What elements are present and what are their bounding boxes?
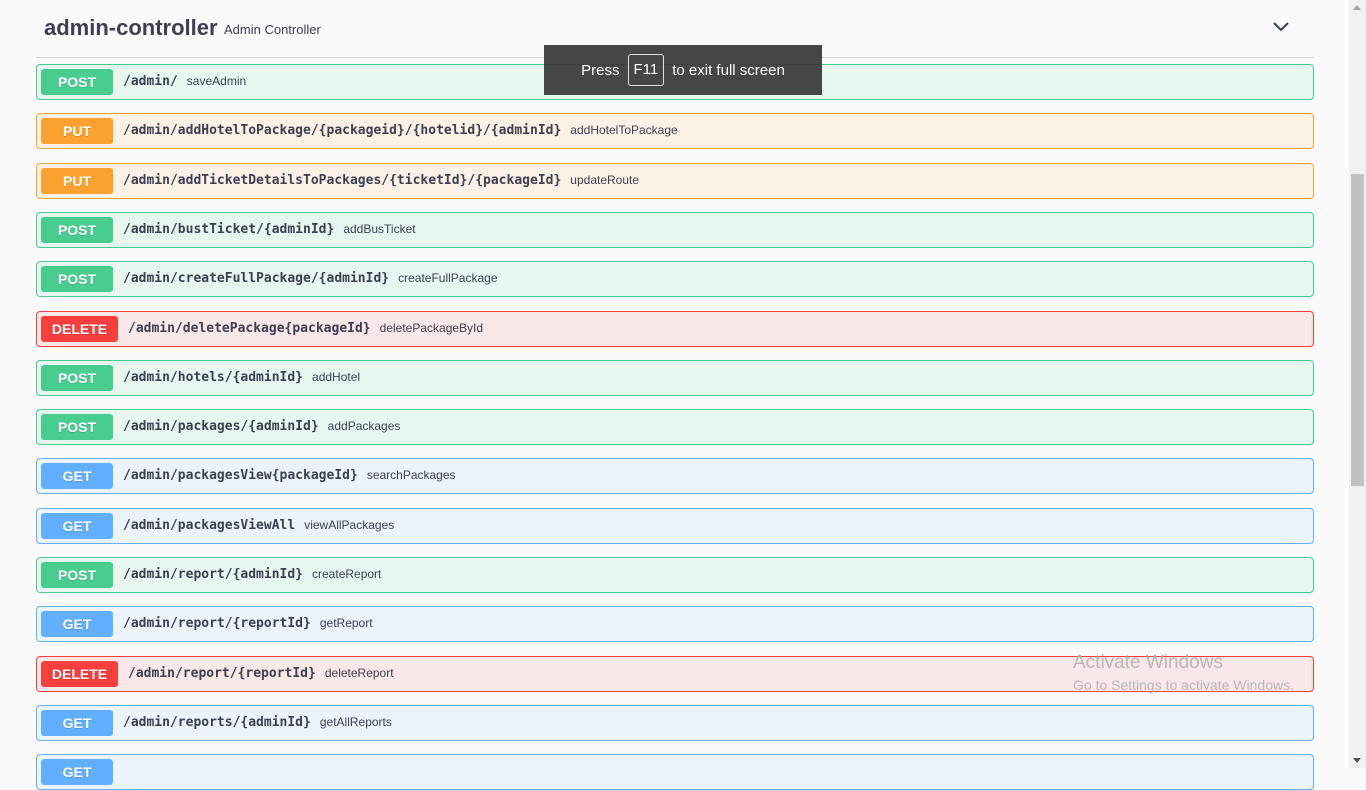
method-badge: GET xyxy=(41,710,113,736)
method-badge: DELETE xyxy=(41,661,118,687)
operation-path-text: /admin/packages/{adminId} xyxy=(123,419,319,434)
operation-path: /admin/packages/{adminId} addPackages xyxy=(123,419,400,434)
operation-path: /admin/deletePackage{packageId} deletePac… xyxy=(128,321,483,336)
operation-row-delete[interactable]: DELETE/admin/deletePackage{packageId} del… xyxy=(36,311,1314,347)
operation-row-post[interactable]: POST/admin/hotels/{adminId} addHotel xyxy=(36,360,1314,396)
operation-path: /admin/report/{adminId} createReport xyxy=(123,567,381,582)
operation-summary: createReport xyxy=(312,567,382,581)
method-badge: POST xyxy=(41,365,113,391)
operation-summary: createFullPackage xyxy=(398,271,498,285)
operation-path-text: /admin/addHotelToPackage/{packageid}/{ho… xyxy=(123,123,562,138)
operation-path: /admin/saveAdmin xyxy=(123,74,246,89)
operation-row-get[interactable]: GET/admin/reports/{adminId} getAllReports xyxy=(36,705,1314,741)
operation-path-text: /admin/report/{adminId} xyxy=(123,567,304,582)
watermark-title: Activate Windows xyxy=(1073,652,1223,673)
operation-path: /admin/reports/{adminId} getAllReports xyxy=(123,715,392,730)
operation-path: /admin/createFullPackage/{adminId} create… xyxy=(123,271,498,286)
operation-path-text: /admin/report/{reportId} xyxy=(123,616,311,631)
fullscreen-toast: Press F11 to exit full screen xyxy=(544,45,822,95)
operation-path: /admin/packagesViewAll viewAllPackages xyxy=(123,518,394,533)
activate-windows-watermark: Activate Windows Go to Settings to activ… xyxy=(1073,652,1294,693)
operation-path-text: /admin/ xyxy=(123,74,178,89)
method-badge: GET xyxy=(41,513,113,539)
operation-path-text: /admin/report/{reportId} xyxy=(128,666,316,681)
operation-path-text: /admin/bustTicket/{adminId} xyxy=(123,222,335,237)
method-badge: POST xyxy=(41,562,113,588)
operation-row-get[interactable]: GET/admin/packagesView{packageId} searchP… xyxy=(36,458,1314,494)
operation-path: /admin/packagesView{packageId} searchPack… xyxy=(123,468,456,483)
operation-path: /admin/addTicketDetailsToPackages/{ticke… xyxy=(123,173,639,188)
operation-summary: getReport xyxy=(319,616,373,630)
operation-row-post[interactable]: POST/admin/report/{adminId} createReport xyxy=(36,557,1314,593)
operation-path: /admin/hotels/{adminId} addHotel xyxy=(123,370,360,385)
operation-summary: deleteReport xyxy=(324,666,394,680)
operation-row-put[interactable]: PUT/admin/addTicketDetailsToPackages/{ti… xyxy=(36,163,1314,199)
operation-path: /admin/addHotelToPackage/{packageid}/{ho… xyxy=(123,123,678,138)
operation-path: /admin/report/{reportId} deleteReport xyxy=(128,666,394,681)
operation-summary: viewAllPackages xyxy=(304,518,395,532)
operation-path: /admin/report/{reportId} getReport xyxy=(123,616,373,631)
method-badge: POST xyxy=(41,217,113,243)
method-badge: PUT xyxy=(41,168,113,194)
operation-row-get[interactable]: GET xyxy=(36,754,1314,790)
watermark-subtitle: Go to Settings to activate Windows. xyxy=(1073,677,1294,693)
method-badge: DELETE xyxy=(41,316,118,342)
operation-row-get[interactable]: GET/admin/packagesViewAll viewAllPackages xyxy=(36,508,1314,544)
operation-summary: saveAdmin xyxy=(186,74,247,88)
operation-path-text: /admin/reports/{adminId} xyxy=(123,715,311,730)
operation-row-put[interactable]: PUT/admin/addHotelToPackage/{packageid}/… xyxy=(36,113,1314,149)
operation-path xyxy=(123,764,132,779)
toast-press-text: Press xyxy=(581,61,620,79)
operation-path-text: /admin/deletePackage{packageId} xyxy=(128,321,371,336)
scrollbar-thumb[interactable] xyxy=(1351,174,1364,486)
operation-summary: deletePackageById xyxy=(379,321,484,335)
method-badge: PUT xyxy=(41,118,113,144)
operation-path-text: /admin/addTicketDetailsToPackages/{ticke… xyxy=(123,173,562,188)
operation-summary: addHotelToPackage xyxy=(570,123,678,137)
operation-row-post[interactable]: POST/admin/bustTicket/{adminId} addBusTic… xyxy=(36,212,1314,248)
method-badge: GET xyxy=(41,611,113,637)
operation-path-text: /admin/packagesView{packageId} xyxy=(123,468,358,483)
method-badge: POST xyxy=(41,266,113,292)
operation-summary: searchPackages xyxy=(366,468,456,482)
scroll-down-arrow-icon[interactable] xyxy=(1353,758,1361,763)
method-badge: GET xyxy=(41,759,113,785)
operation-row-get[interactable]: GET/admin/report/{reportId} getReport xyxy=(36,606,1314,642)
vertical-scrollbar[interactable] xyxy=(1349,0,1366,768)
method-badge: POST xyxy=(41,414,113,440)
operation-path: /admin/bustTicket/{adminId} addBusTicket xyxy=(123,222,416,237)
operation-row-post[interactable]: POST/admin/packages/{adminId} addPackages xyxy=(36,409,1314,445)
operation-summary: addPackages xyxy=(327,419,401,433)
operation-summary: addHotel xyxy=(312,370,361,384)
scroll-up-arrow-icon[interactable] xyxy=(1353,5,1361,10)
method-badge: GET xyxy=(41,463,113,489)
chevron-down-icon[interactable] xyxy=(1272,20,1290,34)
tag-name: admin-controller xyxy=(44,15,218,40)
operation-path-text: /admin/createFullPackage/{adminId} xyxy=(123,271,390,286)
operation-row-post[interactable]: POST/admin/createFullPackage/{adminId} cr… xyxy=(36,261,1314,297)
method-badge: POST xyxy=(41,69,113,95)
toast-exit-text: to exit full screen xyxy=(672,61,785,79)
operation-path-text: /admin/hotels/{adminId} xyxy=(123,370,304,385)
operation-summary: getAllReports xyxy=(319,715,392,729)
operation-summary: updateRoute xyxy=(570,173,640,187)
operation-path-text: /admin/packagesViewAll xyxy=(123,518,296,533)
tag-description: Admin Controller xyxy=(224,22,321,37)
toast-key: F11 xyxy=(627,54,665,86)
operation-summary: addBusTicket xyxy=(343,222,416,236)
